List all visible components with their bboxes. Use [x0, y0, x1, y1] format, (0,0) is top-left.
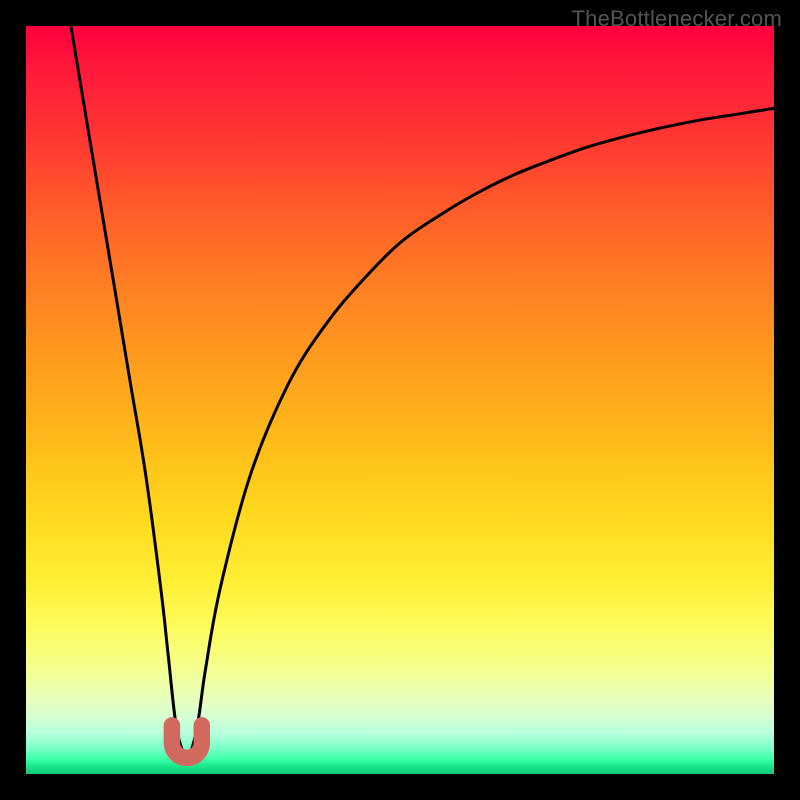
branding-label: TheBottlenecker.com [572, 6, 782, 32]
curve-layer [26, 26, 774, 774]
plot-area [26, 26, 774, 774]
bottleneck-curve [71, 26, 774, 756]
chart-frame: TheBottlenecker.com [0, 0, 800, 800]
minimum-marker [172, 725, 202, 757]
